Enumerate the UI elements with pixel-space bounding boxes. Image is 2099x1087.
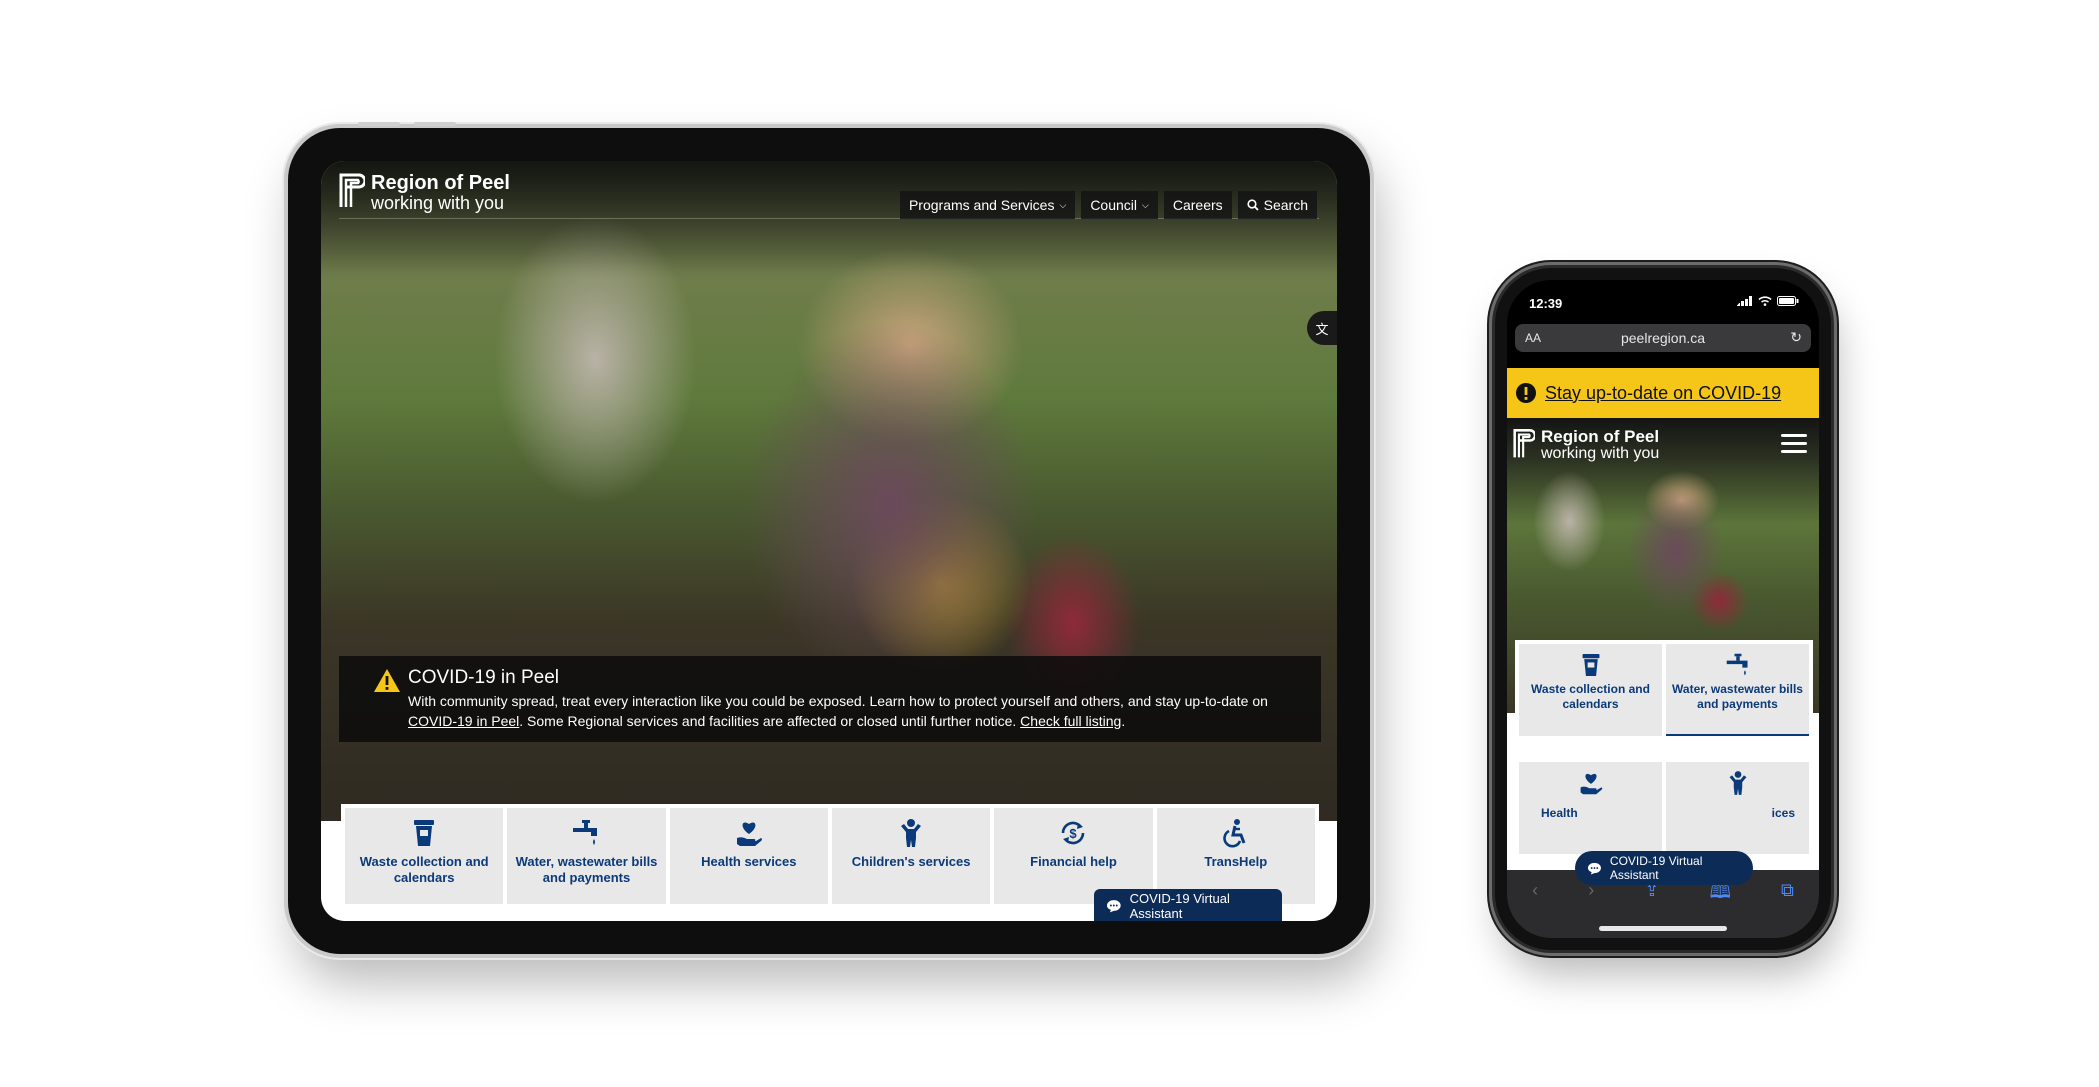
covid-banner[interactable]: Stay up-to-date on COVID-19 (1507, 368, 1819, 418)
virtual-assistant-label: COVID-19 Virtual Assistant (1609, 854, 1703, 882)
tablet-screen: Region of Peel working with you Programs… (321, 161, 1337, 921)
hamburger-line (1781, 442, 1807, 445)
phone-screen: 12:39 AA peelregion.ca ↻ Stay up-to-date… (1507, 280, 1819, 938)
address-bar[interactable]: AA peelregion.ca ↻ (1515, 324, 1811, 352)
tablet-top-button (358, 122, 400, 126)
tile-label: ices (1771, 806, 1795, 820)
heart-hand-icon (1580, 773, 1602, 795)
translate-icon: 文 (1315, 321, 1329, 337)
phone-notch (1585, 280, 1743, 310)
logo-name: Region of Peel (371, 172, 510, 194)
alert-text: . (1121, 713, 1126, 729)
tile-water-bills[interactable]: Water, wastewater bills and payments (1666, 644, 1809, 736)
waste-bin-icon (1582, 654, 1599, 676)
check-full-listing-link[interactable]: Check full listing (1020, 713, 1121, 729)
tile-waste-collection[interactable]: Waste collection and calendars (345, 808, 504, 904)
forward-icon[interactable]: › (1588, 880, 1594, 938)
back-icon[interactable]: ‹ (1532, 880, 1538, 938)
status-icons (1737, 296, 1799, 306)
nav-search[interactable]: Search (1237, 191, 1317, 219)
covid-banner-link[interactable]: Stay up-to-date on COVID-19 (1545, 383, 1781, 404)
translate-button[interactable]: 文 (1307, 311, 1337, 345)
wheelchair-icon (1223, 819, 1246, 848)
water-tap-icon (1726, 653, 1748, 676)
waste-bin-icon (414, 820, 435, 846)
virtual-assistant-label: COVID-19 Virtual Assistant (1129, 891, 1230, 921)
tablet-device: Region of Peel working with you Programs… (288, 122, 1370, 954)
tile-label: Financial help (1030, 854, 1117, 869)
tile-label: Water, wastewater bills and payments (515, 854, 658, 885)
child-icon (901, 819, 922, 847)
tile-childrens-services[interactable]: Children's services (831, 808, 991, 904)
url-text: peelregion.ca (1620, 330, 1706, 346)
covid-alert: COVID-19 in Peel With community spread, … (339, 656, 1321, 742)
hamburger-line (1781, 450, 1807, 453)
tablet-top-button (414, 122, 456, 126)
logo-tagline: working with you (1541, 445, 1660, 462)
tile-health-services[interactable]: Health services (669, 808, 828, 904)
nav-programs-and-services[interactable]: Programs and Services ⌵ (899, 191, 1076, 219)
heart-hand-icon (736, 822, 762, 846)
tile-label: Waste collection and calendars (359, 854, 489, 885)
logo-tagline: working with you (371, 193, 505, 213)
tile-childrens-services[interactable]: ices (1666, 762, 1809, 854)
tile-label: Waste collection and calendars (1531, 682, 1650, 711)
home-indicator (1599, 926, 1727, 931)
alert-body: With community spread, treat every inter… (408, 691, 1288, 731)
tile-label: TransHelp (1204, 854, 1268, 869)
hamburger-line (1781, 434, 1807, 437)
reload-icon[interactable]: ↻ (1790, 329, 1802, 346)
alert-title: COVID-19 in Peel (408, 667, 560, 688)
reader-aa-button[interactable]: AA (1525, 331, 1541, 345)
nav-careers[interactable]: Careers (1163, 191, 1232, 219)
menu-hamburger-icon[interactable] (1781, 434, 1807, 453)
water-tap-icon (573, 820, 598, 845)
phone-page: Region of Peel working with you Waste co… (1507, 418, 1819, 870)
tile-label: Health services (701, 854, 797, 869)
tile-waste-collection[interactable]: Waste collection and calendars (1519, 644, 1662, 736)
nav-label: Careers (1172, 197, 1223, 213)
chevron-down-icon: ⌵ (1142, 199, 1149, 210)
peel-logo-icon (339, 173, 365, 207)
nav-council[interactable]: Council ⌵ (1081, 191, 1158, 219)
region-of-peel-logo[interactable]: Region of Peel working with you (1513, 428, 1659, 462)
service-tiles: Waste collection and calendars Water, wa… (1515, 640, 1813, 870)
warning-icon (374, 669, 400, 692)
chevron-down-icon: ⌵ (1059, 199, 1067, 210)
region-of-peel-logo[interactable]: Region of Peel working with you (339, 173, 510, 212)
battery-icon (1777, 296, 1799, 306)
tile-label: Water, wastewater bills and payments (1672, 682, 1803, 711)
logo-name: Region of Peel (1541, 427, 1660, 446)
chat-bubble-icon (1587, 862, 1601, 875)
status-time: 12:39 (1529, 296, 1563, 311)
search-icon (1247, 199, 1259, 211)
nav-label: Council (1090, 197, 1138, 213)
child-icon (1729, 771, 1746, 795)
phone-device: 12:39 AA peelregion.ca ↻ Stay up-to-date… (1495, 268, 1831, 950)
nav-label: Programs and Services (908, 197, 1055, 213)
alert-text: With community spread, treat every inter… (408, 693, 1268, 709)
nav-label: Search (1263, 197, 1308, 213)
virtual-assistant-button[interactable]: COVID-19 Virtual Assistant (1094, 889, 1282, 921)
tile-water-bills[interactable]: Water, wastewater bills and payments (507, 808, 666, 904)
dollar-cycle-icon: $ (1062, 821, 1085, 845)
alert-text: . Some Regional services and facilities … (519, 713, 1021, 729)
svg-text:$: $ (1070, 826, 1078, 841)
chat-bubble-icon (1106, 900, 1121, 913)
tabs-icon[interactable]: ⧉ (1781, 880, 1794, 938)
main-nav: Programs and Services ⌵ Council ⌵ Career… (899, 191, 1317, 219)
tile-label: Health (1541, 806, 1578, 820)
virtual-assistant-button[interactable]: COVID-19 Virtual Assistant (1575, 851, 1753, 885)
wifi-icon (1758, 296, 1772, 306)
covid-in-peel-link[interactable]: COVID-19 in Peel (408, 713, 519, 729)
peel-logo-icon (1513, 429, 1535, 458)
exclamation-icon (1516, 383, 1536, 403)
tile-label: Children's services (851, 854, 971, 869)
tile-health-services[interactable]: Health (1519, 762, 1662, 854)
